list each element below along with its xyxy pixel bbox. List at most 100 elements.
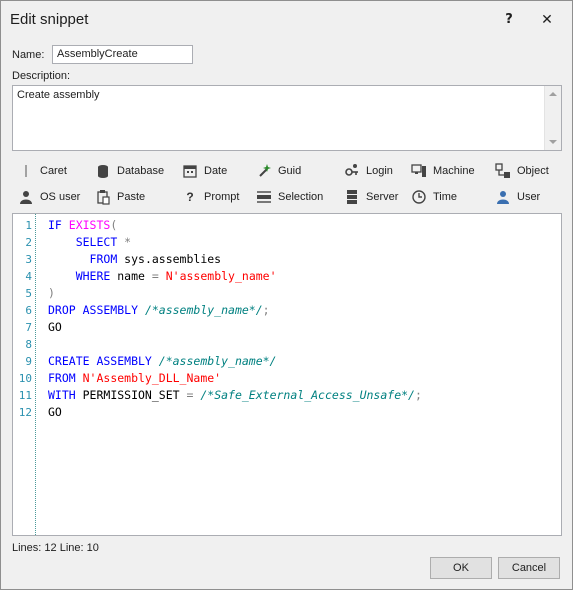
code-token: DROP ASSEMBLY [48, 303, 145, 317]
user-icon [495, 189, 511, 205]
code-token: GO [48, 405, 62, 419]
line-number: 4 [25, 270, 32, 283]
line-number: 10 [18, 372, 32, 385]
code-line: GO [48, 404, 62, 421]
toolbar-item-paste[interactable]: Paste [95, 188, 145, 206]
description-field[interactable]: Create assembly [12, 85, 562, 151]
code-line: DROP ASSEMBLY /*assembly_name*/; [48, 302, 270, 319]
line-number: 6 [25, 304, 32, 317]
code-line: IF EXISTS( [48, 217, 117, 234]
code-token: = [151, 269, 166, 283]
code-token: ; [262, 303, 270, 317]
scroll-down-arrow-icon[interactable] [549, 140, 557, 144]
code-line: WHERE name = N'assembly_name' [48, 268, 277, 285]
close-button[interactable]: ✕ [535, 9, 559, 31]
line-number-gutter: 1 2 3 4 5 6 7 8 9 10 11 12 [13, 214, 35, 535]
toolbar-item-login[interactable]: Login [344, 162, 393, 180]
code-token: /*Safe_External_Access_Unsafe*/ [200, 388, 415, 402]
toolbar-item-caret[interactable]: Caret [18, 162, 67, 180]
toolbar-item-label: Login [366, 165, 393, 177]
code-editor[interactable]: 1 2 3 4 5 6 7 8 9 10 11 12 IF EXISTS( SELECT * FROM… [12, 213, 562, 536]
toolbar-item-label: Caret [40, 165, 67, 177]
dialog-title: Edit snippet [10, 11, 89, 28]
scroll-up-arrow-icon[interactable] [549, 92, 557, 96]
toolbar-item-label: Paste [117, 191, 146, 203]
toolbar-item-label: OS user [40, 191, 81, 203]
toolbar-item-label: Selection [278, 191, 324, 203]
title-bar: Edit snippet ? ✕ [1, 1, 572, 39]
line-number: 5 [25, 287, 32, 300]
code-token: /*assembly_name*/ [144, 303, 263, 317]
toolbar-item-selection[interactable]: Selection [256, 188, 323, 206]
question-icon: ? [186, 190, 194, 204]
code-token: sys.assemblies [124, 252, 222, 266]
line-number: 1 [25, 219, 32, 232]
toolbar-item-label: Database [117, 165, 165, 177]
toolbar-item-server[interactable]: Server [344, 188, 398, 206]
code-token: PERMISSION_SET [82, 388, 187, 402]
os-user-icon [18, 189, 34, 205]
description-scrollbar[interactable] [544, 86, 561, 150]
toolbar-item-label: Object [517, 165, 549, 177]
toolbar-item-object[interactable]: Object [495, 162, 549, 180]
toolbar-item-date[interactable]: Date [182, 162, 227, 180]
name-input[interactable]: AssemblyCreate [52, 45, 193, 64]
line-number: 8 [25, 338, 32, 351]
code-token: N'Assembly_DLL_Name' [82, 371, 222, 385]
code-token: * [124, 235, 132, 249]
line-number: 9 [25, 355, 32, 368]
help-button[interactable]: ? [497, 9, 521, 31]
code-token: WITH [48, 388, 83, 402]
toolbar-item-os-user[interactable]: OS user [18, 188, 80, 206]
toolbar-item-label: Guid [278, 165, 302, 177]
code-token: SELECT [75, 235, 125, 249]
toolbar-item-guid[interactable]: Guid [256, 162, 301, 180]
object-icon [495, 163, 511, 179]
edit-snippet-dialog: Edit snippet ? ✕ Name: AssemblyCreate De… [0, 0, 573, 590]
line-number: 3 [25, 253, 32, 266]
line-number: 12 [18, 406, 32, 419]
code-token: FROM [89, 252, 125, 266]
description-text: Create assembly [17, 89, 100, 101]
toolbar-item-label: Server [366, 191, 399, 203]
description-label: Description: [12, 70, 71, 82]
calendar-icon [182, 163, 198, 179]
toolbar-item-label: User [517, 191, 541, 203]
code-token: /*assembly_name*/ [158, 354, 277, 368]
code-token: FROM [48, 371, 83, 385]
cancel-button[interactable]: Cancel [498, 557, 560, 579]
toolbar-item-label: Machine [433, 165, 475, 177]
toolbar-item-machine[interactable]: Machine [411, 162, 475, 180]
code-token: GO [48, 320, 62, 334]
toolbar-item-label: Prompt [204, 191, 240, 203]
toolbar-item-database[interactable]: Database [95, 162, 164, 180]
toolbar-item-label: Time [433, 191, 458, 203]
code-token: ) [48, 286, 55, 300]
caret-icon [18, 163, 34, 179]
gutter-divider [35, 214, 36, 535]
code-line: CREATE ASSEMBLY /*assembly_name*/ [48, 353, 276, 370]
code-token: IF [48, 218, 69, 232]
ok-button[interactable]: OK [430, 557, 492, 579]
code-token: WHERE [75, 269, 118, 283]
line-number: 11 [18, 389, 32, 402]
line-number: 2 [25, 236, 32, 249]
toolbar-item-time[interactable]: Time [411, 188, 457, 206]
name-label: Name: [12, 49, 45, 61]
code-line: GO [48, 319, 62, 336]
toolbar-item-user[interactable]: User [495, 188, 540, 206]
toolbar-item-label: Date [204, 165, 228, 177]
status-text: Lines: 12 Line: 10 [12, 542, 99, 554]
paste-icon [95, 189, 111, 205]
code-token: EXISTS [68, 218, 111, 232]
code-line: FROM N'Assembly_DLL_Name' [48, 370, 221, 387]
selection-icon [256, 189, 272, 205]
machine-icon [411, 163, 427, 179]
toolbar-item-prompt[interactable]: ? Prompt [182, 188, 239, 206]
code-token: CREATE ASSEMBLY [48, 354, 159, 368]
code-line: WITH PERMISSION_SET = /*Safe_External_Ac… [48, 387, 422, 404]
code-token: ; [414, 388, 422, 402]
clock-icon [411, 189, 427, 205]
